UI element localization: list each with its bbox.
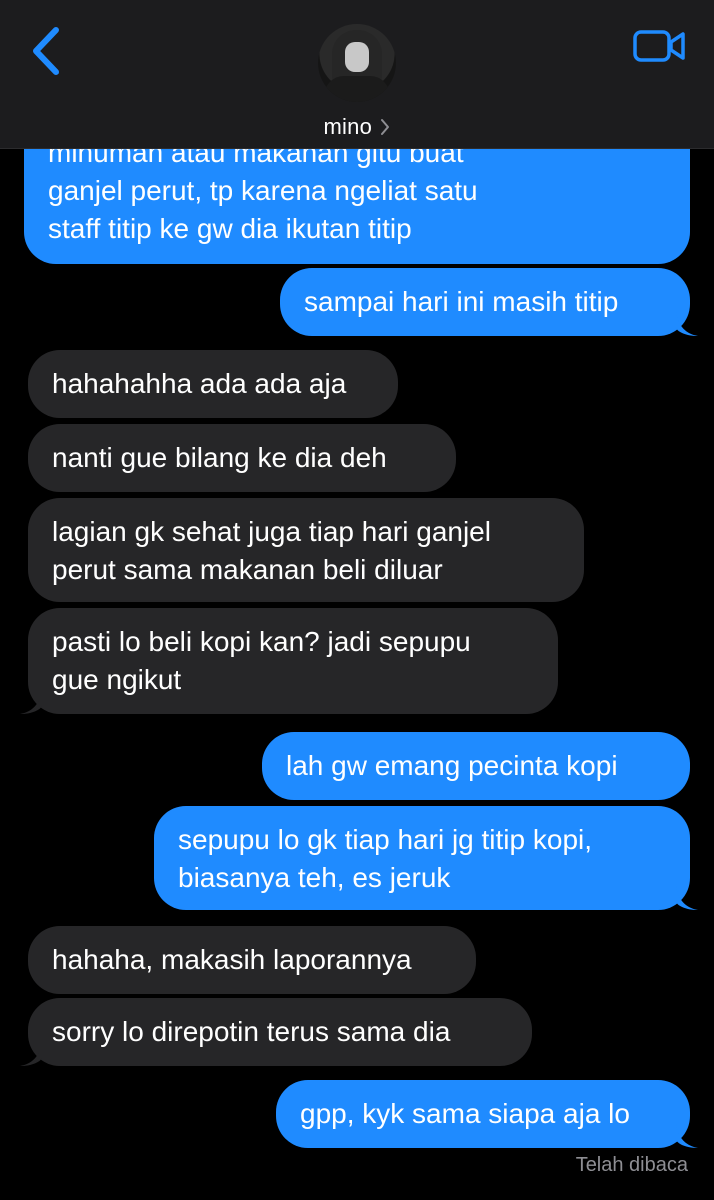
message-line: gue ngikut [52, 664, 182, 695]
chevron-right-icon [380, 118, 390, 141]
message-bubble-received[interactable]: lagian gk sehat juga tiap hari ganjel pe… [28, 498, 584, 602]
message-bubble-received[interactable]: hahaha, makasih laporannya [28, 926, 476, 994]
message-thread[interactable]: minuman atau makanan gitu buat ganjel pe… [0, 0, 714, 1200]
message-line: lah gw emang pecinta kopi [286, 750, 618, 781]
message-bubble-sent[interactable]: sepupu lo gk tiap hari jg titip kopi, bi… [154, 806, 698, 910]
contact-name-button[interactable]: mino [0, 114, 714, 141]
chevron-left-icon [33, 27, 59, 75]
message-bubble-sent[interactable]: gpp, kyk sama siapa aja lo [276, 1080, 698, 1148]
bubble-tail-icon [676, 312, 698, 336]
bubble-tail-icon [676, 886, 698, 910]
message-line: sepupu lo gk tiap hari jg titip kopi, [178, 824, 593, 855]
message-line: lagian gk sehat juga tiap hari ganjel [52, 516, 491, 547]
message-bubble-received[interactable]: hahahahha ada ada aja [28, 350, 398, 418]
message-bubble-received[interactable]: nanti gue bilang ke dia deh [28, 424, 456, 492]
message-line: gpp, kyk sama siapa aja lo [300, 1098, 630, 1129]
message-bubble-sent[interactable]: lah gw emang pecinta kopi [262, 732, 690, 800]
message-line: hahahahha ada ada aja [52, 368, 347, 399]
read-receipt: Telah dibaca [575, 1154, 688, 1176]
message-bubble-received[interactable]: pasti lo beli kopi kan? jadi sepupu gue … [20, 608, 558, 714]
message-line: nanti gue bilang ke dia deh [52, 442, 387, 473]
contact-avatar[interactable] [318, 24, 396, 102]
video-camera-icon [633, 30, 685, 62]
back-button[interactable] [26, 24, 70, 78]
message-line: biasanya teh, es jeruk [178, 862, 451, 893]
message-line: ganjel perut, tp karena ngeliat satu [48, 175, 478, 206]
message-line: sorry lo direpotin terus sama dia [52, 1016, 451, 1047]
message-line: sampai hari ini masih titip [304, 286, 619, 317]
message-line: pasti lo beli kopi kan? jadi sepupu [52, 626, 471, 657]
contact-name: mino [323, 114, 373, 139]
message-line: staff titip ke gw dia ikutan titip [48, 213, 412, 244]
bubble-tail-icon [20, 690, 42, 714]
message-bubble-received[interactable]: sorry lo direpotin terus sama dia [20, 998, 532, 1066]
message-line: hahaha, makasih laporannya [52, 944, 412, 975]
message-line: perut sama makanan beli diluar [52, 554, 443, 585]
message-bubble-sent[interactable]: sampai hari ini masih titip [280, 268, 698, 336]
chat-header: mino [0, 0, 714, 149]
bubble-tail-icon [20, 1042, 42, 1066]
bubble-tail-icon [676, 1124, 698, 1148]
video-call-button[interactable] [632, 28, 688, 64]
